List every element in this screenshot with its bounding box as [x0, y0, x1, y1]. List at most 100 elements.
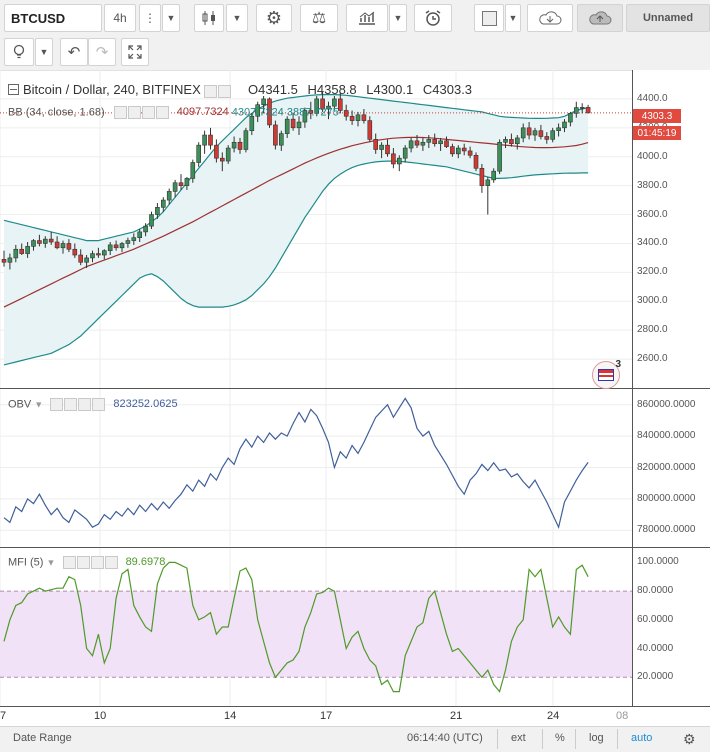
candle-body [60, 243, 66, 249]
candle-body [37, 240, 42, 244]
percent-toggle[interactable]: % [555, 732, 565, 744]
eye-icon[interactable] [62, 556, 76, 569]
countdown-badge: 01:45:19 [633, 126, 681, 140]
bb-fill [4, 94, 589, 365]
obv-tick-label: 800000.0000 [637, 492, 696, 504]
candle-body [402, 147, 408, 159]
date-range-button[interactable]: Date Range [13, 732, 72, 744]
ohlc-open: O4341.5 [247, 82, 298, 97]
candle-body [556, 127, 561, 132]
candle-body [143, 225, 148, 233]
candle-body [102, 250, 107, 256]
price-tick-label: 3600.0 [637, 208, 668, 220]
candle-body [131, 237, 137, 241]
bottom-bar: Date Range 06:14:40 (UTC) ext % log auto… [0, 726, 710, 752]
candle-body [161, 199, 166, 208]
gear-small-icon[interactable] [127, 106, 141, 119]
candle-body [72, 248, 78, 256]
cloud-icon[interactable] [527, 4, 573, 32]
candle-body [155, 207, 160, 215]
candle-body [491, 170, 497, 181]
auto-toggle[interactable]: auto [631, 732, 652, 744]
obv-tick-label: 860000.0000 [637, 398, 696, 410]
pane-divider[interactable] [0, 547, 632, 548]
eye-icon[interactable] [113, 106, 127, 119]
plus-icon[interactable] [141, 106, 155, 119]
chevron-down-icon[interactable]: ▼ [162, 4, 180, 32]
candle-body [172, 182, 178, 192]
candle-body [66, 243, 72, 250]
indicators-icon[interactable] [346, 4, 388, 32]
candles-icon[interactable] [194, 4, 224, 32]
time-axis[interactable]: 7 10 14 17 21 24 08 [0, 706, 710, 727]
ext-toggle[interactable]: ext [511, 732, 526, 744]
candle-body [520, 127, 526, 139]
scales-icon[interactable]: ⚖ [300, 4, 338, 32]
eye-icon[interactable] [204, 85, 218, 99]
alert-icon[interactable] [414, 4, 452, 32]
candle-body [585, 107, 591, 114]
obv-pane [0, 389, 632, 546]
candle-body [178, 182, 184, 186]
price-tick-label: 3400.0 [637, 237, 668, 249]
events-flag-icon[interactable]: 3 [592, 359, 621, 389]
cloud-upload-icon[interactable] [577, 4, 623, 32]
last-price-label: 4303.3 [641, 110, 673, 122]
obv-line [3, 397, 589, 530]
gear-icon[interactable]: ⚙ [683, 731, 696, 748]
layout-name-button[interactable]: Unnamed [626, 4, 710, 32]
candle-body [237, 141, 243, 150]
candle-body [473, 154, 479, 169]
pane-divider[interactable] [0, 388, 632, 389]
candle-body [573, 107, 579, 114]
candle-body [202, 134, 207, 146]
symbol-search-button[interactable]: BTCUSD [4, 4, 102, 32]
interval-button[interactable]: 4h [104, 4, 136, 32]
gear-small-icon[interactable] [218, 85, 232, 99]
chart-style-chevron-icon[interactable]: ▼ [226, 4, 248, 32]
mfi-pane [0, 548, 632, 706]
candle-body [485, 179, 491, 186]
candle-body [455, 147, 461, 155]
candle-body [196, 144, 201, 163]
price-tick-label: 2600.0 [637, 353, 668, 365]
candle-body [538, 130, 544, 137]
axis-divider [632, 388, 710, 389]
square-chevron-icon[interactable]: ▼ [505, 4, 521, 32]
candle-body [296, 121, 302, 129]
more-vertical-icon[interactable]: ⋮ [139, 4, 161, 32]
log-toggle[interactable]: log [589, 732, 604, 744]
mfi-label: MFI (5) [8, 556, 44, 569]
candle-body [361, 114, 367, 121]
price-tick-label: 2800.0 [637, 324, 668, 336]
plus-icon[interactable] [90, 556, 104, 569]
candle-body [373, 139, 379, 150]
gear-icon[interactable]: ⚙ [256, 4, 292, 32]
time-tick: 21 [450, 710, 463, 722]
plus-icon[interactable] [78, 398, 92, 411]
lightbulb-chevron-icon[interactable]: ▼ [35, 38, 53, 66]
close-icon[interactable] [92, 398, 106, 411]
obv-tick-label: 840000.0000 [637, 430, 696, 442]
collapse-icon[interactable] [8, 84, 19, 95]
divider [542, 729, 543, 749]
candle-body [13, 248, 19, 259]
square-icon[interactable] [474, 4, 504, 32]
divider [575, 729, 576, 749]
candle-body [273, 124, 278, 146]
eye-icon[interactable] [50, 398, 64, 411]
candle-body [426, 139, 432, 143]
indicators-chevron-icon[interactable]: ▼ [389, 4, 407, 32]
fullscreen-icon[interactable] [121, 38, 149, 66]
candle-body [25, 246, 30, 254]
candle-body [414, 140, 420, 146]
redo-icon[interactable]: ↷ [88, 38, 116, 66]
close-icon[interactable] [155, 106, 169, 119]
lightbulb-icon[interactable] [4, 38, 34, 66]
interval-label: 4h [113, 11, 127, 25]
last-price-badge: 4303.3 [633, 109, 681, 123]
undo-icon[interactable]: ↶ [60, 38, 88, 66]
close-icon[interactable] [104, 556, 118, 569]
gear-small-icon[interactable] [64, 398, 78, 411]
gear-small-icon[interactable] [76, 556, 90, 569]
